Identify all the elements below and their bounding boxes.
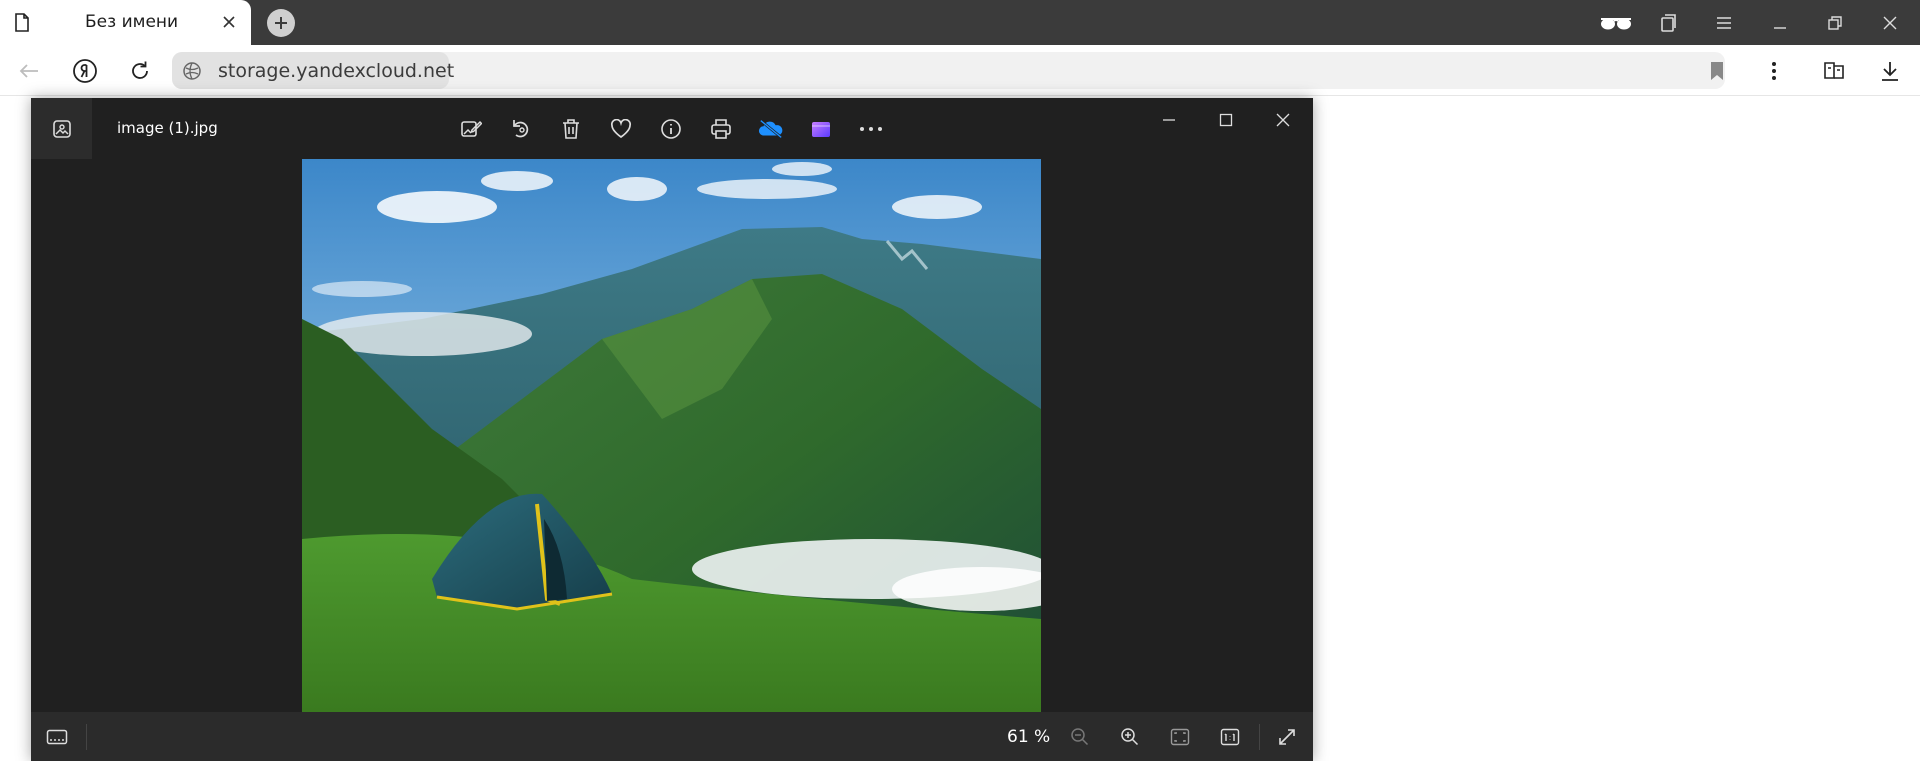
print-button[interactable] xyxy=(708,116,734,142)
photos-maximize-button[interactable] xyxy=(1211,108,1241,132)
photos-window: image (1).jpg 61 % xyxy=(31,98,1313,761)
info-button[interactable] xyxy=(658,116,684,142)
bookmarks-panel-icon xyxy=(1824,62,1844,79)
reader-mode-button[interactable] xyxy=(1599,11,1633,35)
separator xyxy=(1259,724,1260,750)
more-options-button[interactable] xyxy=(1761,58,1787,84)
file-name: image (1).jpg xyxy=(117,119,218,137)
close-icon xyxy=(1276,113,1290,127)
zoom-out-icon xyxy=(1071,728,1089,746)
clipchamp-button[interactable] xyxy=(808,116,834,142)
address-bar: storage.yandexcloud.net xyxy=(0,45,1920,96)
actual-size-icon xyxy=(1220,728,1240,746)
browser-tab[interactable]: Без имени xyxy=(0,0,251,45)
zoom-in-button[interactable] xyxy=(1117,724,1143,750)
fit-window-icon xyxy=(1170,728,1190,746)
printer-icon xyxy=(711,119,731,139)
fit-to-window-button[interactable] xyxy=(1167,724,1193,750)
close-icon xyxy=(1883,16,1897,30)
heart-icon xyxy=(610,119,632,139)
arrow-left-icon xyxy=(19,64,38,78)
photos-bottom-bar: 61 % xyxy=(31,712,1313,761)
close-tab-icon[interactable] xyxy=(222,15,236,29)
download-icon xyxy=(1882,62,1898,81)
rotate-icon xyxy=(513,120,529,138)
photos-minimize-button[interactable] xyxy=(1154,108,1184,132)
tab-title: Без имени xyxy=(85,12,179,32)
tab-strip: Без имени xyxy=(0,0,1920,45)
reload-button[interactable] xyxy=(127,58,153,84)
onedrive-cloud-off-icon xyxy=(758,119,783,139)
restore-button[interactable] xyxy=(1823,11,1847,35)
more-horizontal-icon xyxy=(860,127,882,131)
close-browser-button[interactable] xyxy=(1878,11,1902,35)
maximize-icon xyxy=(1219,113,1233,127)
info-icon xyxy=(661,119,681,139)
zoom-out-button[interactable] xyxy=(1067,724,1093,750)
zoom-in-icon xyxy=(1121,728,1139,746)
rotate-button[interactable] xyxy=(508,116,534,142)
more-button[interactable] xyxy=(858,116,884,142)
filmstrip-button[interactable] xyxy=(44,724,70,750)
collections-button[interactable] xyxy=(1657,11,1681,35)
reload-icon xyxy=(132,61,148,79)
minimize-button[interactable] xyxy=(1768,11,1792,35)
more-vertical-icon xyxy=(1772,62,1776,80)
clipchamp-icon xyxy=(812,122,830,137)
document-icon xyxy=(14,13,30,32)
edit-image-icon xyxy=(461,120,482,137)
url-text: storage.yandexcloud.net xyxy=(218,60,455,82)
yandex-logo-icon xyxy=(73,59,97,83)
edit-image-button[interactable] xyxy=(458,116,484,142)
zoom-level: 61 % xyxy=(1007,727,1051,747)
glasses-icon xyxy=(1601,18,1631,30)
plus-icon xyxy=(275,17,287,29)
menu-button[interactable] xyxy=(1712,11,1736,35)
actual-size-button[interactable] xyxy=(1217,724,1243,750)
photos-close-button[interactable] xyxy=(1268,108,1298,132)
photos-app-icon xyxy=(52,119,71,138)
separator xyxy=(86,724,87,750)
minimize-icon xyxy=(1774,27,1786,29)
delete-button[interactable] xyxy=(558,116,584,142)
expand-icon xyxy=(1279,729,1295,745)
new-tab-button[interactable] xyxy=(267,9,295,37)
yandex-button[interactable] xyxy=(72,58,98,84)
omnibox[interactable]: storage.yandexcloud.net xyxy=(172,52,1725,89)
downloads-button[interactable] xyxy=(1877,58,1903,84)
bookmarks-panel-button[interactable] xyxy=(1821,58,1847,84)
trash-icon xyxy=(563,119,579,139)
hamburger-icon xyxy=(1717,17,1731,29)
site-info-pill[interactable]: storage.yandexcloud.net xyxy=(172,52,454,89)
site-info-icon xyxy=(182,61,202,81)
collections-icon xyxy=(1661,14,1676,32)
photo-image xyxy=(302,159,1041,712)
fullscreen-button[interactable] xyxy=(1274,724,1300,750)
favorite-button[interactable] xyxy=(608,116,634,142)
photos-app-button[interactable] xyxy=(31,98,92,159)
filmstrip-icon xyxy=(46,729,68,745)
restore-icon xyxy=(1828,16,1842,30)
minimize-icon xyxy=(1163,119,1175,121)
onedrive-button[interactable] xyxy=(758,116,784,142)
bookmark-icon[interactable] xyxy=(1709,61,1725,81)
back-button[interactable] xyxy=(16,58,42,84)
